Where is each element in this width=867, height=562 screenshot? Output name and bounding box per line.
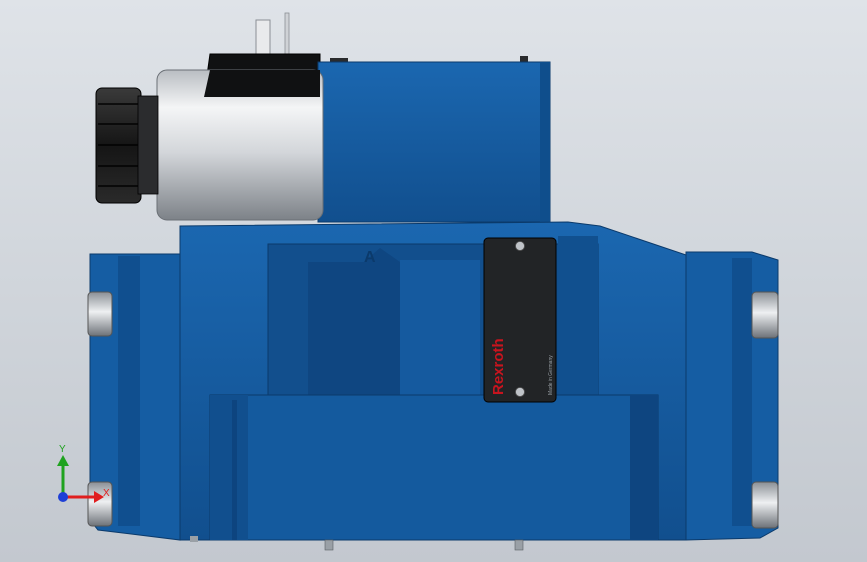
nameplate: Rexroth Made in Germany — [483, 237, 557, 403]
y-axis-label: Y — [59, 444, 66, 455]
brand-logo: Rexroth — [490, 338, 507, 395]
z-axis — [58, 492, 68, 502]
solenoid-housing-block — [317, 61, 551, 223]
manual-override-nut[interactable] — [95, 87, 159, 204]
x-axis-label: X — [103, 488, 110, 499]
made-in-text: Made in Germany — [548, 355, 554, 395]
valve-body — [89, 221, 779, 551]
cad-viewport[interactable]: A Rexroth Made in Germany Y X — [0, 0, 867, 562]
valve-model[interactable]: A Rexroth Made in Germany Y X — [0, 0, 867, 562]
solenoid-coil — [156, 69, 324, 221]
port-marking: A — [364, 249, 376, 266]
